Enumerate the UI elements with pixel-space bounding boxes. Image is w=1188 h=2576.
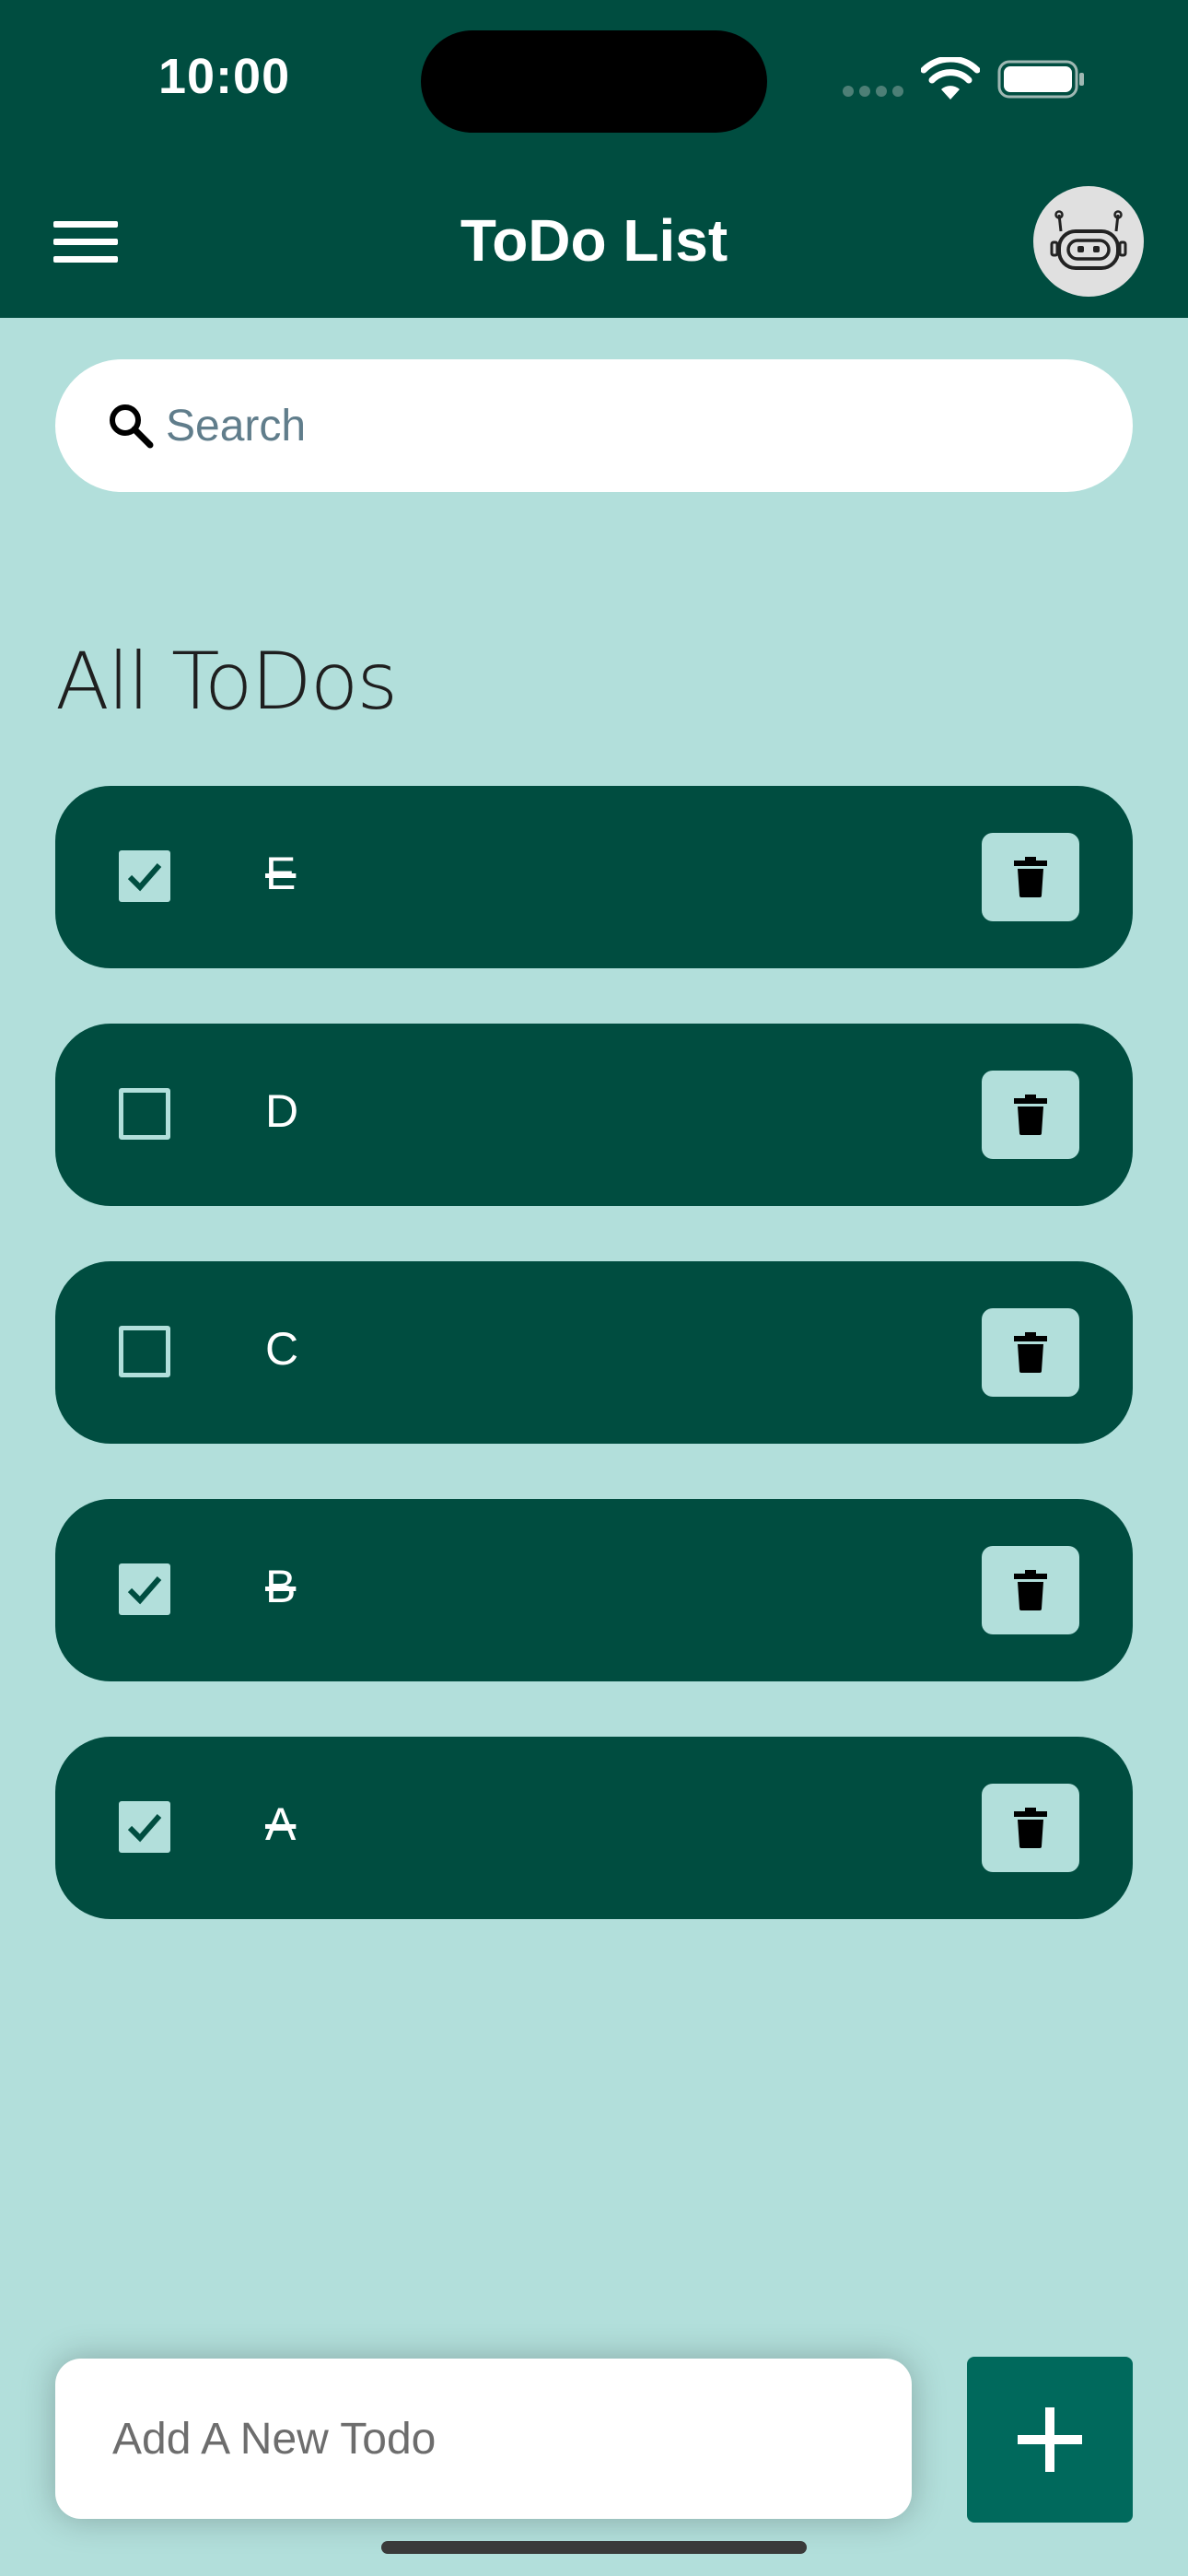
plus-icon xyxy=(1018,2407,1082,2472)
page-title: ToDo List xyxy=(460,207,728,274)
todo-checkbox[interactable] xyxy=(119,1326,170,1377)
status-time: 10:00 xyxy=(158,49,291,104)
search-icon xyxy=(110,404,154,449)
check-icon xyxy=(127,1814,162,1843)
todo-text: D xyxy=(265,1085,299,1137)
check-icon xyxy=(127,863,162,892)
todo-checkbox[interactable] xyxy=(119,1563,170,1615)
delete-button[interactable] xyxy=(982,1071,1079,1159)
trash-icon xyxy=(1014,1808,1047,1848)
add-todo-button[interactable] xyxy=(967,2357,1133,2523)
trash-icon xyxy=(1014,1095,1047,1135)
delete-button[interactable] xyxy=(982,1784,1079,1872)
todo-checkbox[interactable] xyxy=(119,1801,170,1853)
todo-item: C xyxy=(55,1261,1133,1444)
todo-text: A xyxy=(265,1798,297,1850)
search-input[interactable] xyxy=(55,359,1133,492)
new-todo-field[interactable] xyxy=(55,2359,912,2519)
todo-item: A xyxy=(55,1737,1133,1919)
app-header: 10:00 ToDo List xyxy=(0,0,1188,318)
cellular-signal-icon xyxy=(843,85,907,98)
new-todo-input[interactable] xyxy=(55,2359,912,2519)
delete-button[interactable] xyxy=(982,1308,1079,1397)
todo-item: D xyxy=(55,1024,1133,1206)
todo-checkbox[interactable] xyxy=(119,1088,170,1140)
trash-icon xyxy=(1014,1570,1047,1610)
delete-button[interactable] xyxy=(982,833,1079,921)
battery-icon xyxy=(997,60,1084,99)
trash-icon xyxy=(1014,857,1047,897)
home-indicator xyxy=(381,2541,807,2554)
robot-icon xyxy=(1050,210,1127,270)
todo-text: E xyxy=(265,848,297,899)
todo-item: B xyxy=(55,1499,1133,1681)
search-bar[interactable] xyxy=(55,359,1133,492)
delete-button[interactable] xyxy=(982,1546,1079,1634)
avatar[interactable] xyxy=(1033,186,1144,297)
todo-checkbox[interactable] xyxy=(119,850,170,902)
todo-item: E xyxy=(55,786,1133,968)
check-icon xyxy=(127,1576,162,1605)
dynamic-island xyxy=(421,30,767,133)
todo-text: B xyxy=(265,1561,297,1612)
wifi-icon xyxy=(921,57,980,100)
trash-icon xyxy=(1014,1332,1047,1373)
section-title: All ToDos xyxy=(55,636,398,728)
todo-text: C xyxy=(265,1323,299,1375)
